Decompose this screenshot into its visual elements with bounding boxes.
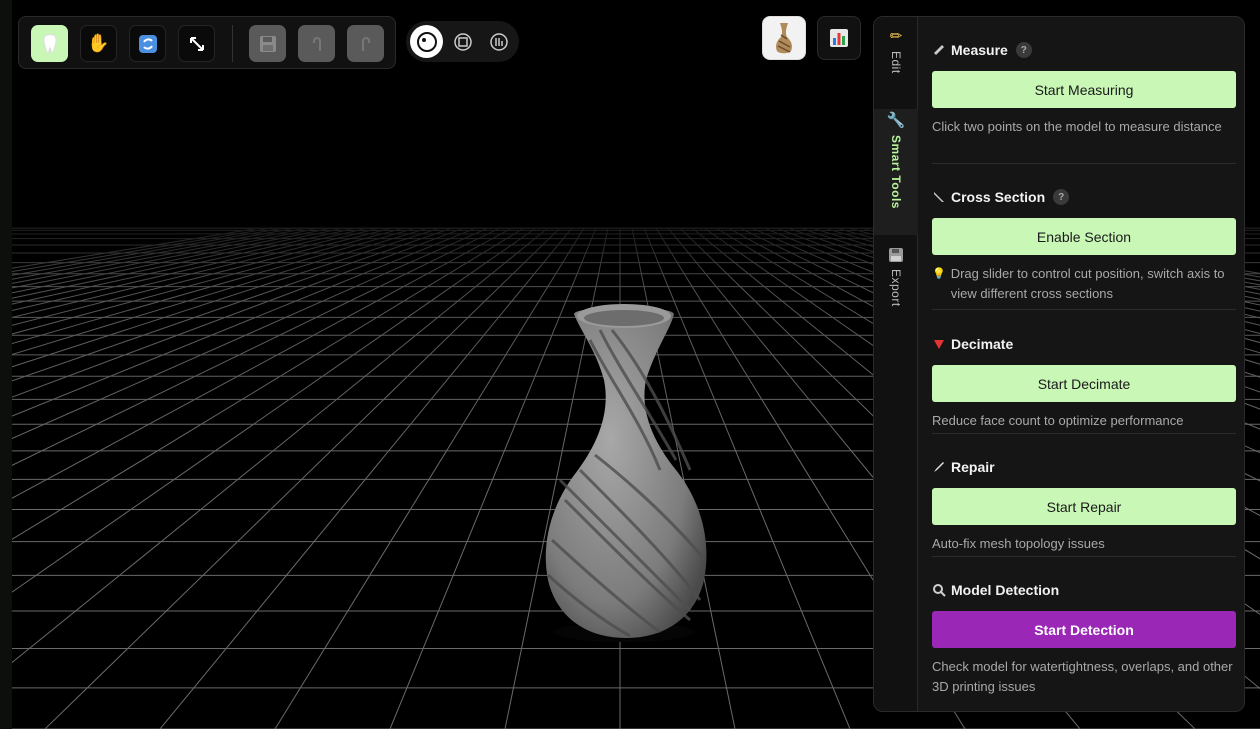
tooth-select-button[interactable] — [31, 25, 68, 62]
measure-help-icon[interactable]: ? — [1015, 42, 1032, 58]
down-triangle-icon — [932, 337, 946, 351]
view-mode-group — [406, 21, 519, 62]
hand-pan-icon: ✋ — [87, 33, 110, 53]
enable-section-button[interactable]: Enable Section — [932, 218, 1236, 255]
repair-desc: Auto-fix mesh topology issues — [932, 536, 1105, 551]
smart-tools-panel: ✏ Edit 🔧 Smart Tools Export Measure ? St… — [873, 16, 1245, 712]
model-detection-section: Model Detection Start Detection Check mo… — [932, 581, 1236, 697]
chart-icon — [830, 29, 848, 47]
decimate-title: Decimate — [951, 336, 1014, 352]
wireframe-view-button[interactable] — [446, 25, 479, 58]
section-divider — [932, 433, 1236, 434]
start-measuring-button[interactable]: Start Measuring — [932, 71, 1236, 108]
repair-section: Repair Start Repair Auto-fix mesh topolo… — [932, 458, 1236, 554]
tab-edit[interactable]: ✏ Edit — [874, 27, 918, 107]
section-divider — [932, 556, 1236, 557]
lightbulb-icon: 💡 — [932, 268, 946, 280]
pan-button[interactable]: ✋ — [80, 25, 117, 62]
save-icon — [259, 35, 276, 52]
decimate-section: Decimate Start Decimate Reduce face coun… — [932, 335, 1236, 431]
undo-button[interactable] — [298, 25, 335, 62]
cross-section-section: Cross Section ? Enable Section 💡 Drag sl… — [932, 188, 1236, 304]
wireframe-view-icon — [453, 32, 472, 51]
redo-button[interactable] — [347, 25, 384, 62]
scale-button[interactable] — [178, 25, 215, 62]
vase-model-thumbnail — [776, 23, 792, 54]
measure-section: Measure ? Start Measuring Click two poin… — [932, 41, 1236, 137]
ruler-icon — [932, 43, 946, 57]
cross-section-help-icon[interactable]: ? — [1053, 189, 1070, 205]
start-decimate-button[interactable]: Start Decimate — [932, 365, 1236, 402]
tab-export-label: Export — [889, 269, 903, 307]
solid-view-button[interactable] — [410, 25, 443, 58]
rotate-icon — [138, 34, 157, 53]
cross-section-title: Cross Section — [951, 189, 1046, 205]
rotate-button[interactable] — [129, 25, 166, 62]
tab-smart-tools[interactable]: 🔧 Smart Tools — [874, 109, 918, 235]
save-button[interactable] — [249, 25, 286, 62]
pencil-icon: ✏ — [889, 28, 903, 45]
tab-smart-tools-label: Smart Tools — [889, 135, 903, 209]
cross-section-desc-row: 💡 Drag slider to control cut position, s… — [932, 264, 1236, 304]
undo-icon — [312, 36, 321, 51]
brush-icon — [932, 460, 946, 474]
stats-button[interactable] — [817, 16, 861, 60]
start-detection-button[interactable]: Start Detection — [932, 611, 1236, 648]
panel-tabs: ✏ Edit 🔧 Smart Tools Export — [874, 17, 918, 711]
decimate-desc: Reduce face count to optimize performanc… — [932, 413, 1184, 428]
magnifier-icon — [932, 583, 946, 597]
scale-arrows-icon — [189, 36, 204, 51]
main-toolbar: ✋ — [18, 16, 396, 69]
knife-icon — [932, 190, 946, 204]
tab-edit-label: Edit — [889, 51, 903, 74]
tab-export[interactable]: Export — [874, 247, 918, 337]
left-edge-strip — [0, 0, 12, 729]
section-divider — [932, 163, 1236, 164]
cross-section-desc: Drag slider to control cut position, swi… — [950, 266, 1225, 301]
model-thumbnail-button[interactable] — [762, 16, 806, 60]
toolbar-divider — [232, 25, 233, 62]
floppy-icon — [889, 248, 903, 262]
section-divider — [932, 309, 1236, 310]
xray-view-icon — [489, 32, 508, 51]
tooth-icon — [42, 33, 57, 54]
measure-desc: Click two points on the model to measure… — [932, 119, 1222, 134]
solid-view-icon — [416, 31, 437, 52]
start-repair-button[interactable]: Start Repair — [932, 488, 1236, 525]
redo-icon — [361, 36, 370, 51]
wrench-icon: 🔧 — [886, 112, 906, 129]
repair-title: Repair — [951, 459, 995, 475]
measure-title: Measure — [951, 42, 1008, 58]
xray-view-button[interactable] — [482, 25, 515, 58]
model-detection-title: Model Detection — [951, 582, 1060, 598]
model-detection-desc: Check model for watertightness, overlaps… — [932, 659, 1233, 694]
